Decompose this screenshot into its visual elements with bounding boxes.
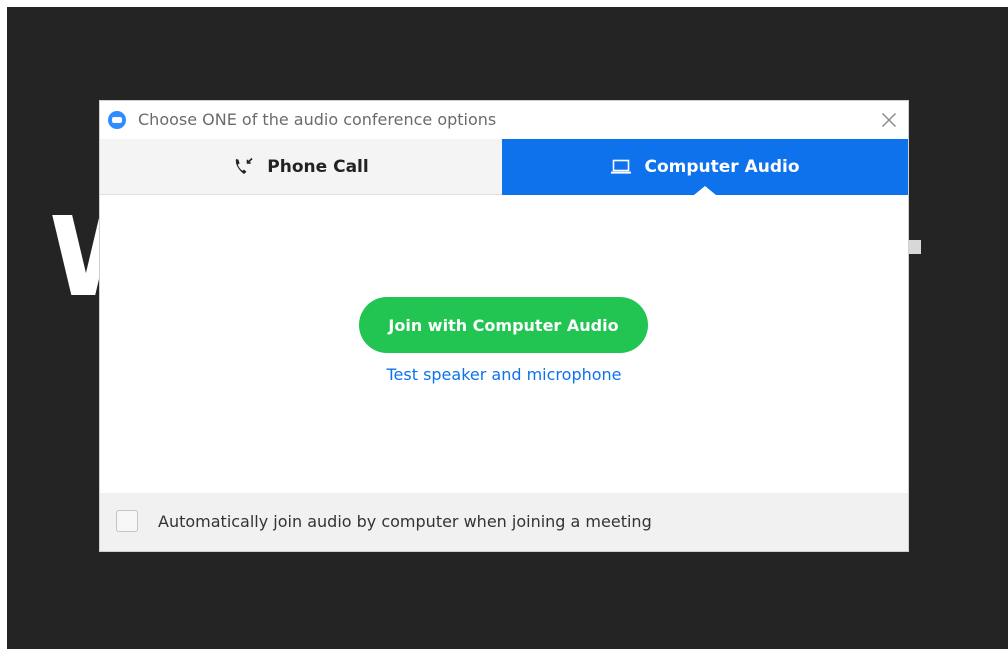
tab-phone-call[interactable]: Phone Call <box>100 139 502 195</box>
laptop-icon <box>610 159 632 175</box>
dialog-footer: Automatically join audio by computer whe… <box>100 493 908 551</box>
tab-computer-audio-label: Computer Audio <box>644 157 800 177</box>
audio-options-dialog: Choose ONE of the audio conference optio… <box>100 101 908 551</box>
phone-call-icon <box>233 157 255 177</box>
close-icon <box>881 112 897 128</box>
auto-join-audio-checkbox[interactable] <box>116 510 138 532</box>
dialog-titlebar: Choose ONE of the audio conference optio… <box>100 101 908 139</box>
join-with-computer-audio-button[interactable]: Join with Computer Audio <box>359 297 648 353</box>
dialog-title: Choose ONE of the audio conference optio… <box>138 110 497 129</box>
tab-phone-call-label: Phone Call <box>267 156 369 177</box>
zoom-logo-icon <box>108 111 126 129</box>
auto-join-audio-label[interactable]: Automatically join audio by computer whe… <box>158 512 652 531</box>
test-link-label[interactable]: Test speaker and microphone <box>386 365 621 384</box>
audio-option-tabs: Phone Call Computer Audio <box>100 139 908 195</box>
background-video-fragment <box>907 240 921 254</box>
tab-computer-audio[interactable]: Computer Audio <box>502 139 908 195</box>
background-video-glyph: W <box>49 207 104 307</box>
test-speaker-and-microphone-link[interactable]: Test speaker and microphone <box>100 365 908 384</box>
computer-audio-panel: Join with Computer Audio Test speaker an… <box>100 195 908 493</box>
meeting-background: W Choose ONE of the audio conference opt… <box>7 7 1008 649</box>
close-button[interactable] <box>876 107 902 133</box>
